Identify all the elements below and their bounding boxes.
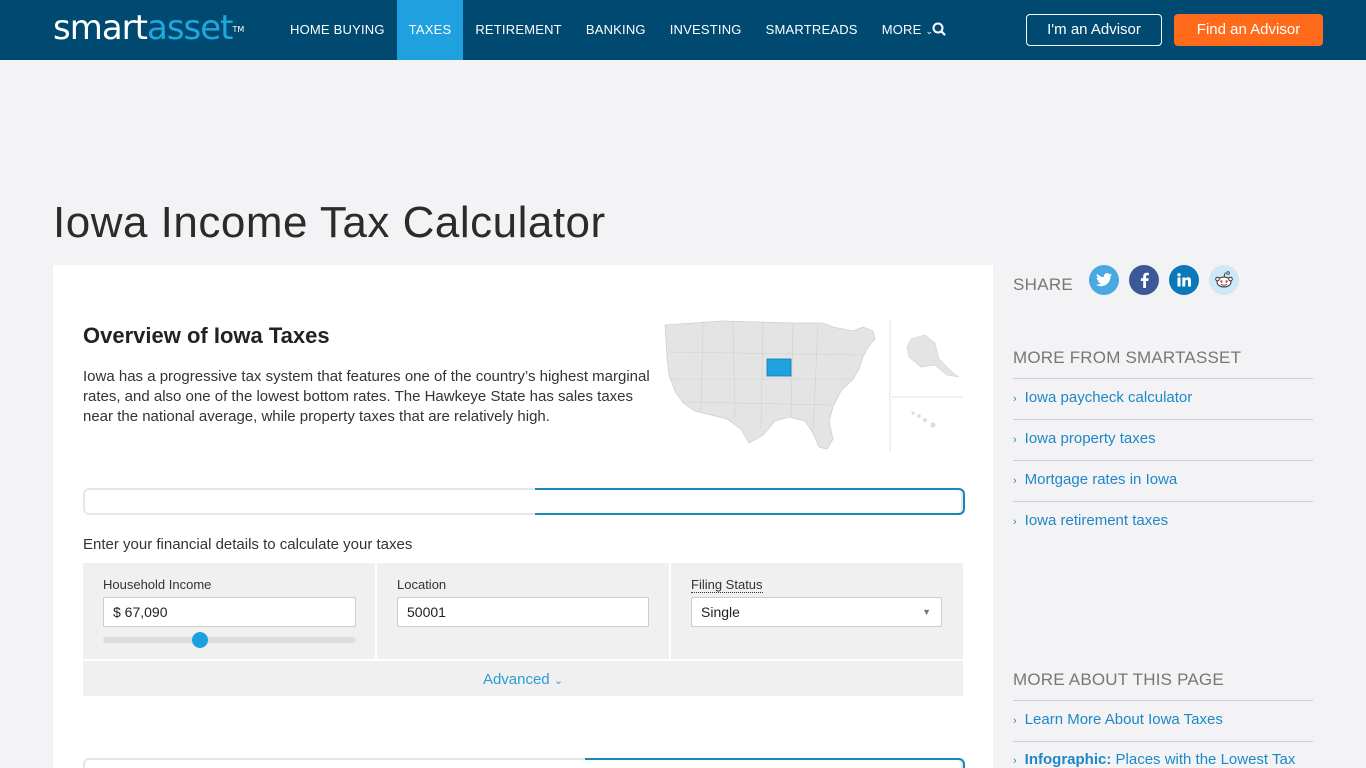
chevron-right-icon: › [1013, 755, 1017, 767]
calculator-form: Household Income Location Filing Status … [83, 563, 963, 659]
nav-banking[interactable]: BANKING [574, 0, 658, 60]
nav-home-buying[interactable]: HOME BUYING [278, 0, 397, 60]
share-label: SHARE [1013, 275, 1074, 294]
divider [1013, 460, 1313, 461]
income-slider[interactable] [103, 632, 356, 648]
calculator-intro: Enter your financial details to calculat… [83, 536, 413, 553]
chevron-right-icon: › [1013, 715, 1017, 727]
related-link-retirement-taxes[interactable]: › Iowa retirement taxes [1013, 512, 1313, 529]
find-an-advisor-button[interactable]: Find an Advisor [1174, 14, 1323, 46]
divider [1013, 378, 1313, 379]
more-from-smartasset-heading: MORE FROM SMARTASSET [1013, 348, 1242, 367]
link-text: Places with the Lowest Tax [1111, 751, 1296, 768]
linkedin-icon[interactable] [1169, 265, 1199, 295]
filing-status-value: Single [701, 604, 740, 620]
smartasset-logo[interactable]: smartassetTM [53, 8, 244, 48]
income-label: Household Income [103, 577, 212, 592]
filing-status-label[interactable]: Filing Status [691, 577, 763, 593]
nav-label: RETIREMENT [475, 22, 562, 37]
logo-text-asset: asset [146, 8, 234, 48]
infographic-link[interactable]: › Infographic: Places with the Lowest Tax [1013, 751, 1313, 768]
nav-investing[interactable]: INVESTING [658, 0, 754, 60]
chevron-right-icon: › [1013, 475, 1017, 487]
chevron-right-icon: › [1013, 434, 1017, 446]
divider [1013, 741, 1313, 742]
logo-text-smart: smart [53, 8, 148, 48]
filing-status-cell: Filing Status Single ▼ [671, 563, 963, 659]
nav-retirement[interactable]: RETIREMENT [463, 0, 574, 60]
location-cell: Location [377, 563, 669, 659]
chevron-down-icon: ⌄ [553, 675, 564, 687]
nav-label: TAXES [408, 22, 452, 37]
learn-more-link[interactable]: › Learn More About Iowa Taxes [1013, 711, 1313, 728]
main-nav: HOME BUYING TAXES RETIREMENT BANKING INV… [278, 0, 945, 60]
location-input[interactable] [397, 597, 649, 627]
income-slider-handle[interactable] [192, 632, 209, 648]
page-title: Iowa Income Tax Calculator [53, 198, 606, 247]
nav-label: BANKING [585, 22, 646, 37]
divider [1013, 419, 1313, 420]
link-text: Learn More About Iowa Taxes [1024, 711, 1223, 728]
logo-trademark: TM [232, 25, 245, 34]
calculator-card: Overview of Iowa Taxes Iowa has a progre… [53, 265, 993, 768]
link-text: Iowa property taxes [1024, 430, 1156, 447]
advanced-label: Advanced [482, 671, 550, 688]
facebook-icon[interactable] [1129, 265, 1159, 295]
divider [1013, 700, 1313, 701]
link-text-bold: Infographic: [1024, 751, 1112, 768]
filing-status-select[interactable]: Single ▼ [691, 597, 942, 627]
related-link-property-taxes[interactable]: › Iowa property taxes [1013, 430, 1313, 447]
us-map-iowa-highlight [664, 320, 963, 451]
search-icon[interactable] [930, 20, 950, 40]
im-an-advisor-button[interactable]: I'm an Advisor [1026, 14, 1162, 46]
active-step-indicator [585, 758, 965, 768]
nav-taxes[interactable]: TAXES [396, 0, 464, 60]
chevron-right-icon: › [1013, 393, 1017, 405]
link-text: Mortgage rates in Iowa [1024, 471, 1178, 488]
nav-label: HOME BUYING [290, 22, 385, 37]
nav-smartreads[interactable]: SMARTREADS [754, 0, 870, 60]
nav-label: INVESTING [669, 22, 742, 37]
nav-label: MORE [881, 22, 922, 37]
nav-label: SMARTREADS [765, 22, 858, 37]
overview-text: Iowa has a progressive tax system that f… [83, 368, 650, 425]
top-navigation-bar: smartassetTM HOME BUYING TAXES RETIREMEN… [0, 0, 1366, 60]
more-about-this-page-heading: MORE ABOUT THIS PAGE [1013, 670, 1224, 689]
results-step-bar [83, 758, 965, 768]
chevron-right-icon: › [1013, 516, 1017, 528]
income-cell: Household Income [83, 563, 375, 659]
active-step-indicator [535, 488, 965, 515]
related-link-paycheck-calculator[interactable]: › Iowa paycheck calculator [1013, 389, 1313, 406]
divider [1013, 501, 1313, 502]
overview-title: Overview of Iowa Taxes [83, 323, 330, 348]
related-link-mortgage-rates[interactable]: › Mortgage rates in Iowa [1013, 471, 1313, 488]
household-income-input[interactable] [103, 597, 356, 627]
dropdown-arrow-icon: ▼ [922, 607, 931, 617]
twitter-icon[interactable] [1089, 265, 1119, 295]
link-text: Iowa retirement taxes [1024, 512, 1169, 529]
calculator-step-bar [83, 488, 965, 515]
advanced-toggle[interactable]: Advanced ⌄ [83, 661, 963, 696]
location-label: Location [397, 577, 447, 592]
reddit-icon[interactable] [1209, 265, 1239, 295]
link-text: Iowa paycheck calculator [1024, 389, 1193, 406]
